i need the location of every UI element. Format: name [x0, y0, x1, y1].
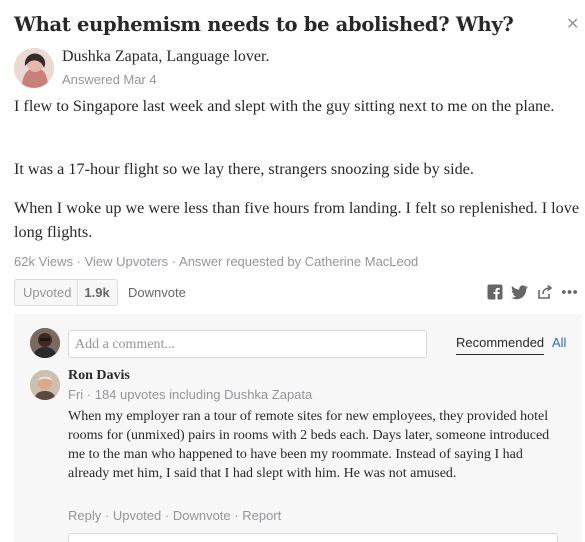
twitter-icon[interactable]	[511, 284, 528, 301]
question-title[interactable]: What euphemism needs to be abolished? Wh…	[14, 13, 554, 36]
reply-box[interactable]	[68, 533, 558, 542]
downvote-button[interactable]: Downvote	[128, 285, 186, 300]
answer-paragraph: It was a 17-hour flight so we lay there,…	[14, 160, 474, 178]
comments-section: Add a comment... Recommended All Ron Dav…	[14, 314, 582, 542]
answer-meta: 62k Views · View Upvoters · Answer reque…	[14, 254, 419, 269]
comment-input[interactable]: Add a comment...	[68, 330, 427, 358]
upvote-button[interactable]: Upvoted 1.9k	[14, 279, 118, 306]
comment-author[interactable]: Ron Davis	[68, 368, 130, 384]
view-upvoters-link[interactable]: View Upvoters	[85, 254, 169, 269]
close-icon[interactable]: ✕	[566, 14, 579, 33]
more-icon[interactable]	[561, 284, 578, 301]
report-link[interactable]: Report	[242, 508, 281, 523]
author-avatar[interactable]	[14, 48, 54, 88]
facebook-icon[interactable]	[486, 284, 503, 301]
comment-actions: Reply · Upvoted · Downvote · Report	[68, 508, 282, 523]
upvote-label: Upvoted	[23, 285, 72, 300]
comment-upvote-link[interactable]: Upvoted	[113, 508, 161, 523]
comment-downvote-link[interactable]: Downvote	[173, 508, 231, 523]
comment-body: When my employer ran a tour of remote si…	[68, 409, 550, 481]
share-icon[interactable]	[536, 284, 553, 301]
answered-date[interactable]: Answered Mar 4	[62, 72, 157, 87]
commenter-avatar[interactable]	[30, 370, 60, 400]
answer-author[interactable]: Dushka Zapata, Language lover.	[62, 48, 269, 66]
answer-requested[interactable]: Answer requested by Catherine MacLeod	[179, 254, 418, 269]
upvote-count: 1.9k	[77, 280, 116, 305]
tab-recommended[interactable]: Recommended	[456, 335, 545, 355]
reply-link[interactable]: Reply	[68, 508, 101, 523]
tab-all[interactable]: All	[552, 335, 566, 350]
share-toolbar	[486, 283, 578, 301]
answer-paragraph: I flew to Singapore last week and slept …	[14, 97, 555, 115]
answer-paragraph: When I woke up we were less than five ho…	[14, 199, 580, 241]
views-count: 62k Views	[14, 254, 74, 269]
current-user-avatar	[30, 328, 60, 358]
comment-meta: Fri · 184 upvotes including Dushka Zapat…	[68, 387, 313, 402]
